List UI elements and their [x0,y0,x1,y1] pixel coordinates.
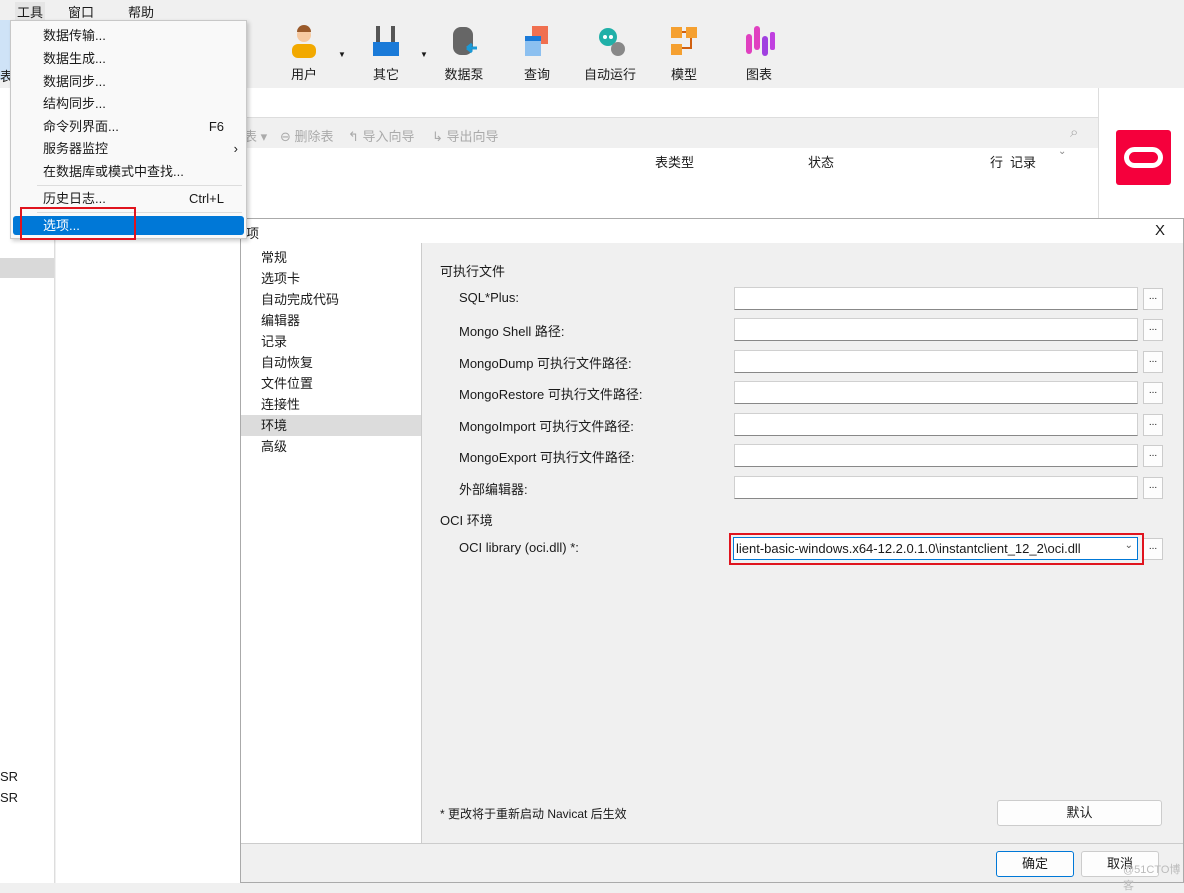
nav-item-connectivity[interactable]: 连接性 [241,394,421,415]
toolbar-query[interactable]: 查询 [505,24,569,83]
toolbar-user[interactable]: 用户 [272,24,336,83]
toolbar-datapump[interactable]: 数据泵 [432,24,496,83]
object-table: 表类型 状态 行 记录 ⌄ [240,146,1098,218]
nav-item-general[interactable]: 常规 [241,247,421,268]
nav-item-autorecovery[interactable]: 自动恢复 [241,352,421,373]
object-tabbar [240,88,1098,118]
sidebar-item[interactable]: SR [0,769,18,784]
menu-item-data-transfer[interactable]: 数据传输... [13,25,244,46]
section-executables: 可执行文件 [440,264,506,279]
menu-item-data-sync[interactable]: 数据同步... [13,71,244,92]
toolbar-model[interactable]: 模型 [652,24,716,83]
sqlplus-path-input[interactable] [734,287,1138,310]
query-icon [520,24,554,58]
menu-item-history-log[interactable]: 历史日志... Ctrl+L [13,188,244,209]
sidebar-item[interactable]: SR [0,790,18,805]
menu-bar: 工具 窗口 帮助 [0,0,254,21]
field-label: MongoExport 可执行文件路径: [459,450,635,465]
field-label: OCI library (oci.dll) *: [459,540,579,555]
browse-button[interactable]: ... [1143,414,1163,436]
browse-button[interactable]: ... [1143,477,1163,499]
robot-icon [593,24,627,58]
browse-button[interactable]: ... [1143,538,1163,560]
object-toolbar: 表 ▾ ⊖ 删除表 ↰ 导入向导 ↳ 导出向导 ⌕ [240,118,1098,148]
footer-divider [241,843,1183,844]
browse-button[interactable]: ... [1143,319,1163,341]
nav-item-environment[interactable]: 环境 [241,415,421,436]
oracle-logo [1116,130,1171,185]
other-dropdown-arrow[interactable]: ▼ [420,50,428,59]
export-wizard-button[interactable]: ↳ 导出向导 [432,126,499,145]
default-button[interactable]: 默认 [997,800,1162,826]
menu-help[interactable]: 帮助 [128,2,154,21]
nav-item-editor[interactable]: 编辑器 [241,310,421,331]
column-header[interactable]: 行 [990,152,1003,171]
nav-item-advanced[interactable]: 高级 [241,436,421,457]
nav-item-records[interactable]: 记录 [241,331,421,352]
datapump-icon [447,24,481,58]
selected-connection[interactable] [0,258,54,278]
toolbar-chart[interactable]: 图表 [727,24,791,83]
restart-note: * 更改将于重新启动 Navicat 后生效 [440,807,627,821]
model-icon [667,24,701,58]
column-header[interactable]: 记录 [1010,152,1036,171]
search-icon[interactable]: ⌕ [1070,124,1078,141]
field-label: SQL*Plus: [459,290,519,305]
mongodump-path-input[interactable] [734,350,1138,373]
mongoimport-path-input[interactable] [734,413,1138,436]
options-dialog: 选项 X 常规 选项卡 自动完成代码 编辑器 记录 自动恢复 文件位置 连接性 … [233,218,1184,892]
watermark: @51CTO博客 [1123,864,1181,892]
menu-item-find-in-database[interactable]: 在数据库或模式中查找... [13,161,244,182]
section-oci: OCI 环境 [440,513,493,528]
import-wizard-button[interactable]: ↰ 导入向导 [348,126,415,145]
main-toolbar: 用户 ▼ 其它 ▼ 数据泵 查询 自动运行 模型 图表 [250,0,1184,88]
column-header[interactable]: 表类型 [655,152,694,171]
close-icon[interactable]: X [1155,222,1165,239]
ok-button[interactable]: 确定 [996,851,1074,877]
mongo-shell-path-input[interactable] [734,318,1138,341]
nav-item-file-location[interactable]: 文件位置 [241,373,421,394]
menu-item-console[interactable]: 命令列界面... F6 [13,116,244,137]
user-dropdown-arrow[interactable]: ▼ [338,50,346,59]
toolbar-automation[interactable]: 自动运行 [578,24,642,83]
menu-window[interactable]: 窗口 [68,2,94,21]
options-nav: 常规 选项卡 自动完成代码 编辑器 记录 自动恢复 文件位置 连接性 环境 高级 [241,243,422,843]
dialog-titlebar: 选项 X [233,219,1183,243]
browse-button[interactable]: ... [1143,351,1163,373]
delete-table-button[interactable]: ⊖ 删除表 [280,126,334,145]
menu-separator [37,185,242,186]
mongoexport-path-input[interactable] [734,444,1138,467]
field-label: MongoDump 可执行文件路径: [459,356,632,371]
mongorestore-path-input[interactable] [734,381,1138,404]
new-table-button[interactable]: 表 ▾ [244,126,267,145]
browse-button[interactable]: ... [1143,382,1163,404]
toolbar-other[interactable]: 其它 [354,24,418,83]
annotation-highlight-box [729,533,1144,565]
browse-button[interactable]: ... [1143,288,1163,310]
menu-tools[interactable]: 工具 [15,2,46,21]
tools-menu: 数据传输... 数据生成... 数据同步... 结构同步... 命令列界面...… [10,20,247,240]
menu-item-server-monitor[interactable]: 服务器监控 › [13,138,244,159]
field-label: MongoImport 可执行文件路径: [459,419,634,434]
menu-item-structure-sync[interactable]: 结构同步... [13,93,244,114]
chevron-down-icon[interactable]: ⌄ [1058,146,1066,157]
user-icon [287,24,321,58]
browse-button[interactable]: ... [1143,445,1163,467]
menu-item-data-generation[interactable]: 数据生成... [13,48,244,69]
field-label: 外部编辑器: [459,482,528,497]
external-editor-input[interactable] [734,476,1138,499]
nav-item-autocomplete[interactable]: 自动完成代码 [241,289,421,310]
chevron-right-icon: › [233,141,238,156]
nav-item-tabs[interactable]: 选项卡 [241,268,421,289]
chart-icon [742,24,776,58]
field-label: MongoRestore 可执行文件路径: [459,387,643,402]
annotation-highlight-box [20,207,136,240]
column-header[interactable]: 状态 [808,152,834,171]
tools-icon [369,24,403,58]
field-label: Mongo Shell 路径: [459,324,565,339]
